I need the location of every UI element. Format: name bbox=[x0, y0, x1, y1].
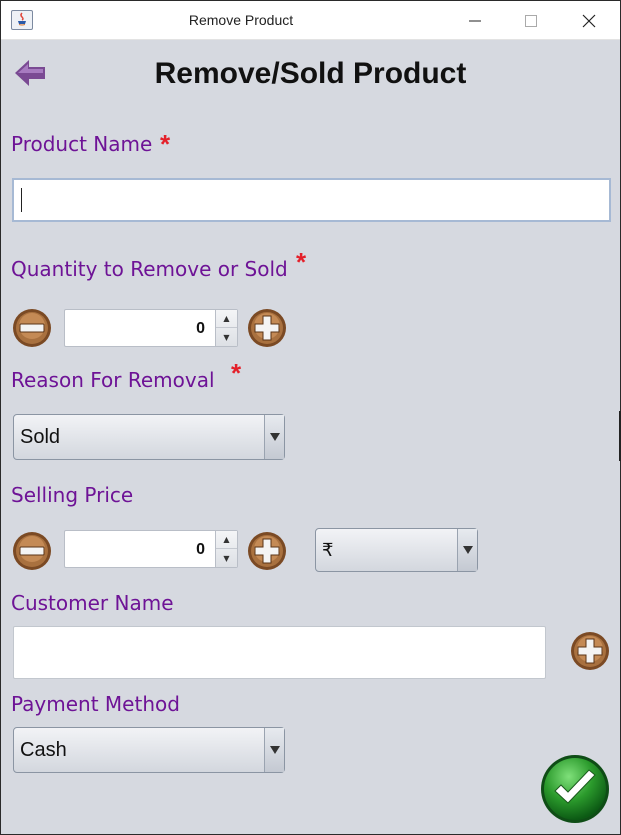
spinner-up-icon[interactable]: ▲ bbox=[216, 531, 237, 549]
close-button[interactable] bbox=[561, 1, 617, 40]
minus-icon bbox=[13, 532, 51, 570]
price-decrease-button[interactable] bbox=[12, 531, 52, 571]
selling-price-label: Selling Price bbox=[11, 483, 134, 507]
maximize-button[interactable] bbox=[503, 1, 559, 40]
price-increase-button[interactable] bbox=[247, 531, 287, 571]
confirm-button[interactable] bbox=[539, 753, 611, 825]
customer-name-label: Customer Name bbox=[11, 591, 174, 615]
quantity-decrease-button[interactable] bbox=[12, 308, 52, 348]
add-customer-button[interactable] bbox=[570, 631, 610, 671]
customer-name-input[interactable] bbox=[13, 626, 546, 679]
product-name-label: Product Name bbox=[11, 132, 153, 156]
reason-dropdown[interactable]: Sold bbox=[13, 414, 285, 460]
application-window: Remove Product Remove/Sold Product Produ… bbox=[0, 0, 621, 835]
spinner-down-icon[interactable]: ▼ bbox=[216, 549, 237, 567]
minus-icon bbox=[13, 309, 51, 347]
payment-selected: Cash bbox=[20, 739, 67, 761]
payment-method-label: Payment Method bbox=[11, 692, 180, 716]
quantity-label: Quantity to Remove or Sold bbox=[11, 257, 288, 281]
page-title: Remove/Sold Product bbox=[154, 57, 467, 90]
plus-icon bbox=[248, 532, 286, 570]
chevron-down-icon[interactable] bbox=[264, 728, 284, 772]
price-value: 0 bbox=[196, 541, 205, 558]
required-marker: * bbox=[160, 129, 171, 159]
quantity-spinner[interactable]: 0 ▲ ▼ bbox=[64, 309, 238, 347]
currency-dropdown[interactable]: ₹ bbox=[315, 528, 478, 572]
title-bar: Remove Product bbox=[1, 1, 620, 40]
checkmark-icon bbox=[541, 755, 609, 823]
quantity-increase-button[interactable] bbox=[247, 308, 287, 348]
product-name-input[interactable] bbox=[12, 178, 611, 222]
required-marker: * bbox=[296, 247, 307, 277]
price-spinner[interactable]: 0 ▲ ▼ bbox=[64, 530, 238, 568]
reason-label: Reason For Removal bbox=[11, 368, 215, 392]
payment-method-dropdown[interactable]: Cash bbox=[13, 727, 285, 773]
currency-selected: ₹ bbox=[322, 540, 334, 560]
spinner-down-icon[interactable]: ▼ bbox=[216, 328, 237, 346]
spinner-arrows: ▲ ▼ bbox=[215, 531, 237, 567]
text-caret bbox=[21, 188, 22, 212]
window-title: Remove Product bbox=[188, 12, 294, 28]
plus-icon bbox=[248, 309, 286, 347]
form-panel: Remove/Sold Product Product Name * Quant… bbox=[1, 41, 621, 834]
plus-icon bbox=[571, 632, 609, 670]
chevron-down-icon[interactable] bbox=[457, 529, 477, 571]
spinner-up-icon[interactable]: ▲ bbox=[216, 310, 237, 328]
minimize-button[interactable] bbox=[447, 1, 503, 40]
required-marker: * bbox=[231, 358, 242, 388]
spinner-arrows: ▲ ▼ bbox=[215, 310, 237, 346]
chevron-down-icon[interactable] bbox=[264, 415, 284, 459]
reason-selected: Sold bbox=[20, 426, 61, 448]
quantity-value: 0 bbox=[196, 320, 205, 337]
